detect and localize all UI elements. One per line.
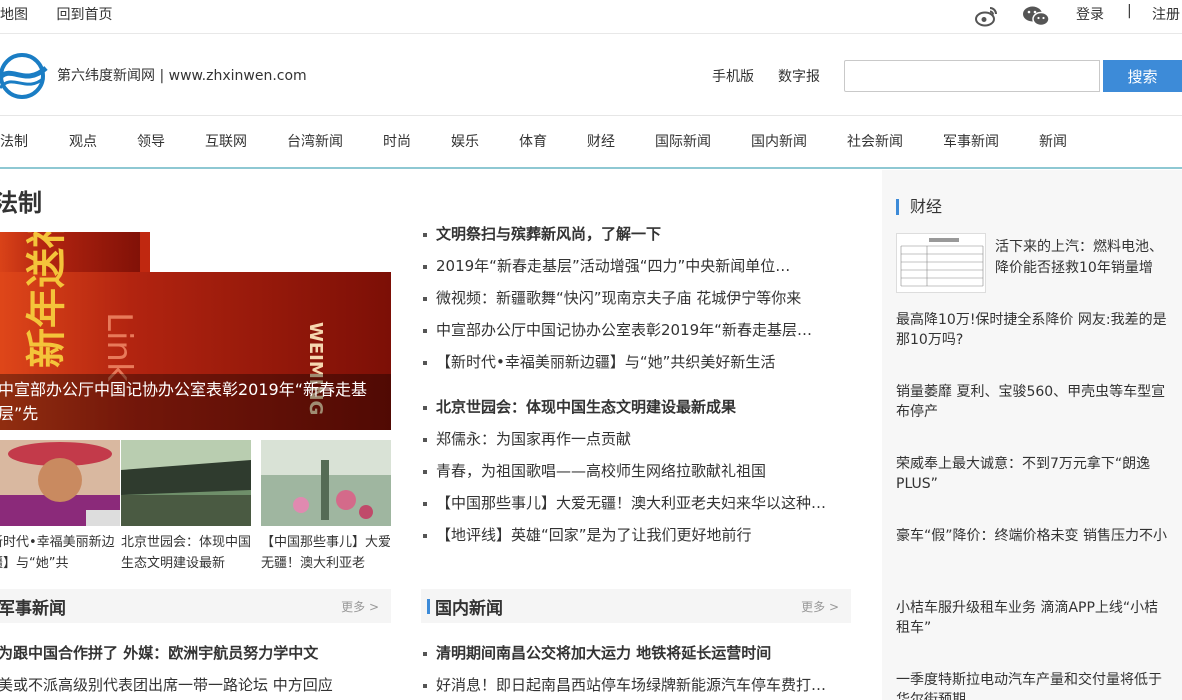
hero-slide[interactable]: 新年送福 Link WEIMING 中宣部办公厅中国记协办公室表彰2019年“新… xyxy=(0,232,391,430)
domestic-more-link[interactable]: 更多 > xyxy=(801,598,839,615)
top-links: 站地图 回到首页 xyxy=(0,4,136,24)
finance-sidebar: 财经 活下来的上汽：燃料电池、降价能否拯救10年销量增 最高降10万!保时捷全系… xyxy=(882,170,1182,700)
nav-item-news[interactable]: 新闻 xyxy=(1039,131,1067,151)
nav-item-guandian[interactable]: 观点 xyxy=(69,131,97,151)
list-item[interactable]: 美或不派高级别代表团出席一带一路论坛 中方回应 xyxy=(0,669,391,700)
list-item[interactable]: 2019年“新春走基层”活动增强“四力”中央新闻单位… xyxy=(421,250,851,282)
weibo-icon[interactable] xyxy=(974,5,998,27)
list-item[interactable]: 微视频：新疆歌舞“快闪”现南京夫子庙 花城伊宁等你来 xyxy=(421,282,851,314)
list-item[interactable]: 最高降10万!保时捷全系降价 网友:我差的是那10万吗? xyxy=(896,310,1171,350)
list-item[interactable]: 【地评线】英雄“回家”是为了让我们更好地前行 xyxy=(421,519,851,551)
military-title: 军事新闻 xyxy=(0,599,66,619)
thumb-2-caption[interactable]: 北京世园会：体现中国生态文明建设最新 xyxy=(121,532,253,574)
nav-item-internet[interactable]: 互联网 xyxy=(205,131,247,151)
list-item[interactable]: 销量萎靡 夏利、宝骏560、甲壳虫等车型宣布停产 xyxy=(896,382,1171,422)
nav-item-domestic[interactable]: 国内新闻 xyxy=(751,131,807,151)
section-accent-bar xyxy=(427,599,430,614)
list-item[interactable]: 中宣部办公厅中国记协办公室表彰2019年“新春走基层… xyxy=(421,314,851,346)
thumb-1-caption[interactable]: 新时代•幸福美丽新边疆】与“她”共 xyxy=(0,532,122,574)
site-logo[interactable] xyxy=(0,52,48,100)
site-name: 第六纬度新闻网 | www.zhxinwen.com xyxy=(57,68,307,84)
login-link[interactable]: 登录 xyxy=(1076,4,1104,24)
news-list-1: 文明祭扫与殡葬新风尚，了解一下 2019年“新春走基层”活动增强“四力”中央新闻… xyxy=(421,218,851,378)
digital-paper-link[interactable]: 数字报 xyxy=(778,66,820,86)
domestic-header: 国内新闻 更多 > xyxy=(421,589,851,623)
register-link[interactable]: 注册 xyxy=(1152,4,1180,24)
nav-item-international[interactable]: 国际新闻 xyxy=(655,131,711,151)
hero-art-link: Link xyxy=(99,312,139,382)
military-list: 为跟中国合作拼了 外媒：欧洲宇航员努力学中文 美或不派高级别代表团出席一带一路论… xyxy=(0,637,391,700)
search-button[interactable]: 搜索 xyxy=(1103,60,1182,92)
list-item[interactable]: 【中国那些事儿】大爱无疆！澳大利亚老夫妇来华以这种… xyxy=(421,487,851,519)
news-list-2: 北京世园会：体现中国生态文明建设最新成果 郑儒永：为国家再作一点贡献 青春，为祖… xyxy=(421,391,851,551)
list-item[interactable]: 荣威奉上最大诚意：不到7万元拿下“朗逸PLUS” xyxy=(896,454,1171,494)
wechat-icon[interactable] xyxy=(1022,5,1050,27)
military-more-link[interactable]: 更多 > xyxy=(341,598,379,615)
nav-item-taiwan[interactable]: 台湾新闻 xyxy=(287,131,343,151)
thumb-3[interactable] xyxy=(261,440,391,526)
list-item[interactable]: 郑儒永：为国家再作一点贡献 xyxy=(421,423,851,455)
thumb-3-image xyxy=(261,440,391,526)
finance-thumb-image xyxy=(897,234,985,292)
list-item[interactable]: 小桔车服升级租车业务 滴滴APP上线“小桔租车” xyxy=(896,598,1171,638)
nav-item-military[interactable]: 军事新闻 xyxy=(943,131,999,151)
list-item[interactable]: 为跟中国合作拼了 外媒：欧洲宇航员努力学中文 xyxy=(0,637,391,669)
list-item[interactable]: 文明祭扫与殡葬新风尚，了解一下 xyxy=(421,218,851,250)
domestic-list: 清明期间南昌公交将加大运力 地铁将延长运营时间 好消息！即日起南昌西站停车场绿牌… xyxy=(421,637,851,700)
mobile-link[interactable]: 手机版 xyxy=(712,66,754,86)
nav-item-fashion[interactable]: 时尚 xyxy=(383,131,411,151)
thumb-1[interactable] xyxy=(0,440,120,526)
nav-item-finance[interactable]: 财经 xyxy=(587,131,615,151)
thumb-3-caption[interactable]: 【中国那些事儿】大爱无疆！澳大利亚老 xyxy=(261,532,393,574)
hero-art-text: 新年送福 xyxy=(24,232,70,368)
thumb-2-image xyxy=(121,440,251,526)
thumb-1-image xyxy=(0,440,120,526)
domestic-title: 国内新闻 xyxy=(435,599,503,619)
nav-item-sports[interactable]: 体育 xyxy=(519,131,547,151)
nav-item-society[interactable]: 社会新闻 xyxy=(847,131,903,151)
thumb-2[interactable] xyxy=(121,440,251,526)
search-input[interactable] xyxy=(844,60,1100,92)
finance-thumb[interactable] xyxy=(896,233,986,293)
sitemap-link[interactable]: 站地图 xyxy=(0,7,28,23)
list-item[interactable]: 一季度特斯拉电动汽车产量和交付量将低于华尔街预期 xyxy=(896,670,1171,700)
separator: | xyxy=(1127,3,1132,19)
military-header: 军事新闻 更多 > xyxy=(0,589,391,623)
finance-title: 财经 xyxy=(896,199,942,215)
list-item[interactable]: 【新时代•幸福美丽新边疆】与“她”共织美好新生活 xyxy=(421,346,851,378)
section-title: 法制 xyxy=(0,189,42,217)
list-item[interactable]: 清明期间南昌公交将加大运力 地铁将延长运营时间 xyxy=(421,637,851,669)
list-item[interactable]: 北京世园会：体现中国生态文明建设最新成果 xyxy=(421,391,851,423)
nav-item-fazhi[interactable]: 法制 xyxy=(0,131,28,151)
nav-item-lingdao[interactable]: 领导 xyxy=(137,131,165,151)
list-item[interactable]: 豪车“假”降价：终端价格未变 销售压力不小 xyxy=(896,526,1171,546)
home-link[interactable]: 回到首页 xyxy=(56,7,112,23)
main-nav: 法制 观点 领导 互联网 台湾新闻 时尚 娱乐 体育 财经 国际新闻 国内新闻 … xyxy=(0,117,1182,169)
hero-caption[interactable]: 中宣部办公厅中国记协办公室表彰2019年“新春走基层”先 xyxy=(0,374,391,430)
nav-item-entertainment[interactable]: 娱乐 xyxy=(451,131,479,151)
list-item[interactable]: 好消息！即日起南昌西站停车场绿牌新能源汽车停车费打… xyxy=(421,669,851,700)
top-bar: 站地图 回到首页 登录 | 注册 xyxy=(0,0,1182,34)
site-header: 第六纬度新闻网 | www.zhxinwen.com 手机版 数字报 搜索 xyxy=(0,35,1182,116)
finance-headline[interactable]: 活下来的上汽：燃料电池、降价能否拯救10年销量增 xyxy=(995,237,1170,279)
list-item[interactable]: 青春，为祖国歌唱——高校师生网络拉歌献礼祖国 xyxy=(421,455,851,487)
